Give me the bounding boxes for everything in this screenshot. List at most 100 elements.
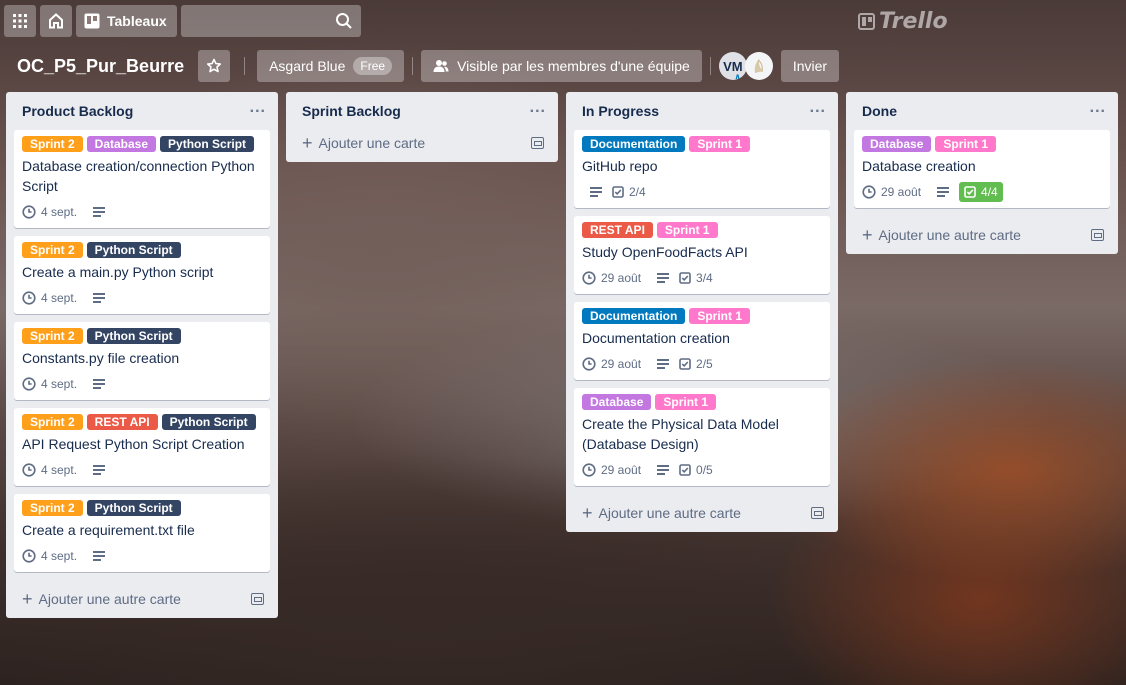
card[interactable]: Documentation Sprint 1 Documentation creat…	[574, 302, 830, 380]
description-icon	[93, 551, 106, 561]
apps-grid-button[interactable]	[4, 5, 36, 37]
team-button[interactable]: Asgard Blue Free	[257, 50, 405, 82]
card[interactable]: Sprint 2 REST API Python Script API Request…	[14, 408, 270, 486]
card-label[interactable]: Database	[582, 394, 652, 410]
top-navigation-bar: Tableaux Trello	[0, 0, 1126, 42]
list-sprint-backlog[interactable]: Sprint Backlog... + Ajouter une carte	[286, 92, 558, 162]
card-label[interactable]: Sprint 2	[22, 136, 83, 152]
add-card-button[interactable]: + Ajouter une autre carte	[582, 504, 741, 522]
card-label[interactable]: Sprint 2	[22, 500, 83, 516]
add-card-button[interactable]: + Ajouter une autre carte	[862, 226, 1021, 244]
card-label[interactable]: Sprint 1	[655, 394, 717, 410]
card-label[interactable]: Python Script	[86, 500, 181, 516]
card-label[interactable]: Documentation	[582, 308, 686, 324]
list-title[interactable]: Sprint Backlog	[302, 103, 401, 119]
board-icon	[84, 13, 100, 29]
checklist-badge: 0/5	[679, 460, 713, 480]
card[interactable]: Database Sprint 1 Create the Physical Data…	[574, 388, 830, 486]
card-label[interactable]: Python Script	[86, 328, 181, 344]
card-label[interactable]: Sprint 2	[22, 414, 83, 430]
card-title: Create a main.py Python script	[22, 264, 214, 280]
boards-button[interactable]: Tableaux	[76, 5, 177, 37]
list-menu-icon[interactable]: ...	[1090, 99, 1106, 117]
card-label[interactable]: Sprint 1	[689, 308, 751, 324]
due-date-badge[interactable]: 29 août	[582, 354, 641, 374]
list-title[interactable]: Product Backlog	[22, 103, 133, 119]
card-labels: Database Sprint 1	[582, 394, 822, 410]
add-card-button[interactable]: + Ajouter une carte	[302, 134, 425, 152]
card-badges: 4 sept.	[22, 286, 262, 310]
card[interactable]: Sprint 2 Python Script Create a requiremen…	[14, 494, 270, 572]
description-icon	[937, 187, 950, 197]
due-date: 4 sept.	[41, 549, 78, 563]
due-date-badge[interactable]: 29 août	[862, 182, 921, 202]
card-template-icon[interactable]	[811, 507, 824, 519]
due-date-badge[interactable]: 29 août	[582, 460, 641, 480]
card[interactable]: Documentation Sprint 1 GitHub repo 2/4	[574, 130, 830, 208]
checkbox-icon	[679, 358, 691, 370]
card-label[interactable]: Sprint 2	[22, 242, 83, 258]
card-label[interactable]: Database	[862, 136, 932, 152]
card-template-icon[interactable]	[1091, 229, 1104, 241]
invite-button[interactable]: Invier	[780, 50, 840, 82]
card-template-icon[interactable]	[531, 137, 544, 149]
due-date-badge[interactable]: 4 sept.	[22, 546, 77, 566]
list-menu-icon[interactable]: ...	[530, 99, 546, 117]
clock-icon	[582, 463, 596, 477]
avatar[interactable]: VM ∧	[718, 52, 747, 81]
due-date-badge[interactable]: 4 sept.	[22, 288, 77, 308]
card[interactable]: Sprint 2 Python Script Create a main.py Py…	[14, 236, 270, 314]
list-title[interactable]: Done	[862, 103, 897, 119]
card[interactable]: REST API Sprint 1 Study OpenFoodFacts API 2…	[574, 216, 830, 294]
card-label[interactable]: Python Script	[160, 136, 255, 152]
list-menu-icon[interactable]: ...	[250, 99, 266, 117]
card[interactable]: Sprint 2 Database Python Script Database cr…	[14, 130, 270, 228]
search-icon[interactable]	[335, 12, 353, 30]
trello-logo[interactable]: Trello	[858, 9, 948, 34]
board-title[interactable]: OC_P5_Pur_Beurre	[17, 56, 184, 77]
add-card-button[interactable]: + Ajouter une autre carte	[22, 590, 181, 608]
card-label[interactable]: Documentation	[582, 136, 686, 152]
list-menu-icon[interactable]: ...	[810, 99, 826, 117]
card-label[interactable]: Database	[86, 136, 157, 152]
card-label[interactable]: Python Script	[161, 414, 256, 430]
board-members: VM ∧	[718, 52, 773, 81]
card-label[interactable]: Python Script	[86, 242, 181, 258]
card-title: Create a requirement.txt file	[22, 522, 195, 538]
due-date: 29 août	[881, 185, 922, 199]
home-button[interactable]	[40, 5, 72, 37]
card-label[interactable]: Sprint 1	[689, 136, 751, 152]
list-done[interactable]: Done... Database Sprint 1 Database creation…	[846, 92, 1118, 254]
card-title: GitHub repo	[582, 158, 658, 174]
admin-chevron-icon: ∧	[734, 72, 741, 81]
card-label[interactable]: REST API	[86, 414, 158, 430]
card[interactable]: Sprint 2 Python Script Constants.py file c…	[14, 322, 270, 400]
search-field[interactable]	[180, 5, 361, 37]
due-date-badge[interactable]: 29 août	[582, 268, 641, 288]
card[interactable]: Database Sprint 1 Database creation 29 août…	[854, 130, 1110, 208]
visibility-button[interactable]: Visible par les membres d'une équipe	[421, 50, 702, 82]
team-visibility-icon	[433, 60, 449, 72]
card-template-icon[interactable]	[251, 593, 264, 605]
card-label[interactable]: Sprint 1	[935, 136, 997, 152]
checklist-count: 4/4	[981, 185, 998, 199]
list-in-progress[interactable]: In Progress... Documentation Sprint 1 GitHu…	[566, 92, 838, 532]
card-badges: 4 sept.	[22, 372, 262, 396]
due-date-badge[interactable]: 4 sept.	[22, 202, 77, 222]
star-button[interactable]	[198, 50, 231, 82]
list-title[interactable]: In Progress	[582, 103, 659, 119]
card-label[interactable]: Sprint 2	[22, 328, 83, 344]
list-product-backlog[interactable]: Product Backlog... Sprint 2 Database Python…	[6, 92, 278, 618]
due-date-badge[interactable]: 4 sept.	[22, 374, 77, 394]
avatar[interactable]	[744, 52, 773, 80]
due-date-badge[interactable]: 4 sept.	[22, 460, 77, 480]
card-label[interactable]: REST API	[582, 222, 653, 238]
card-labels: REST API Sprint 1	[582, 222, 822, 238]
trello-logo-icon	[858, 13, 875, 30]
card-labels: Database Sprint 1	[862, 136, 1102, 152]
trello-logo-text: Trello	[879, 9, 948, 34]
checkbox-icon	[612, 186, 624, 198]
checklist-badge: 3/4	[679, 268, 713, 288]
card-label[interactable]: Sprint 1	[656, 222, 718, 238]
plus-icon: +	[862, 225, 873, 245]
